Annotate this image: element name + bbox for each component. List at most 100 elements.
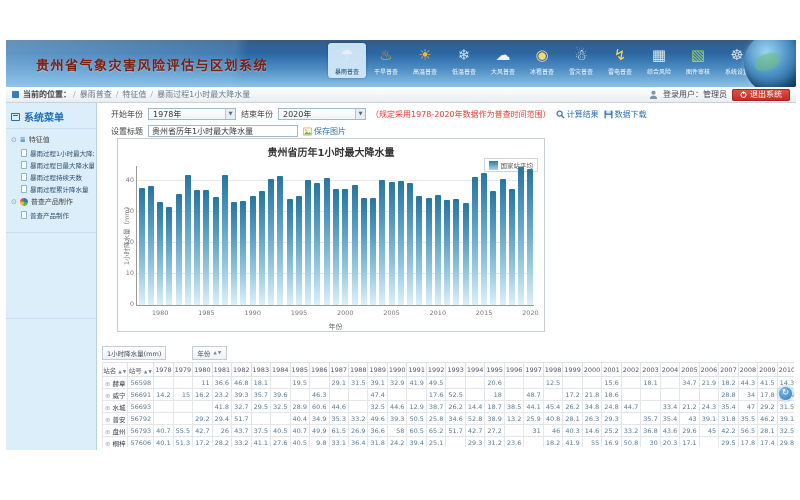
tree-node[interactable]: ⊙≣特征值	[10, 133, 94, 147]
nav-item[interactable]: ▦综合风险	[640, 43, 678, 78]
measure-selector[interactable]: 1小时降水量(mm)	[102, 346, 166, 360]
bar-1979	[148, 186, 154, 305]
breadcrumb-item[interactable]: 暴雨普查	[80, 90, 112, 99]
value-cell: 39.3	[387, 413, 406, 425]
nav-item[interactable]: ☂暴雨普查	[328, 43, 366, 78]
logout-button[interactable]: 退出系统	[732, 89, 790, 101]
value-cell: 60.5	[407, 425, 426, 437]
year-column-header: 2000	[582, 363, 601, 377]
value-cell: 26	[212, 425, 231, 437]
bar-2003	[370, 198, 376, 305]
data-table-zone: 1小时降水量(mm) 年份 ▲▼ 站名 ▲▼站号 ▲▼1978197919801…	[102, 346, 794, 447]
value-cell: 43.6	[660, 425, 679, 437]
value-cell: 42.7	[193, 425, 212, 437]
station-id-cell: 56693	[128, 401, 154, 413]
sort-arrows-icon: ▲▼	[118, 370, 127, 375]
value-cell: 39.4	[407, 437, 426, 448]
save-disk-icon	[604, 110, 613, 119]
value-cell: 18.6	[602, 389, 621, 401]
bar-2002	[361, 198, 367, 305]
value-cell	[465, 377, 484, 389]
value-cell: 21.8	[582, 389, 601, 401]
row-expander-icon[interactable]: ⊕	[105, 428, 110, 436]
value-cell: 15.6	[602, 377, 621, 389]
value-cell: 26.3	[582, 413, 601, 425]
row-expander-icon[interactable]: ⊕	[105, 392, 110, 400]
nav-item[interactable]: ↯雷电普查	[601, 43, 639, 78]
value-cell: 18.2	[719, 377, 738, 389]
value-cell: 44.3	[738, 377, 757, 389]
nav-item[interactable]: ☃雪灾普查	[562, 43, 600, 78]
value-cell	[621, 377, 640, 389]
year-sort-control[interactable]: 年份 ▲▼	[192, 346, 227, 360]
value-cell: 30	[641, 437, 660, 448]
start-year-select[interactable]: 1978年 ▼	[148, 108, 236, 120]
value-cell	[154, 413, 173, 425]
nav-item[interactable]: ♨干旱普查	[367, 43, 405, 78]
sidebar-item-暴雨过程累计降水量[interactable]: 暴雨过程累计降水量	[10, 183, 94, 195]
nav-item[interactable]: ☀高温普查	[406, 43, 444, 78]
nav-item[interactable]: ▧图件审核	[679, 43, 717, 78]
nav-item[interactable]: ◉冰雹普查	[523, 43, 561, 78]
station-id-column-header[interactable]: 站号 ▲▼	[128, 363, 154, 377]
x-tick-label: 2005	[379, 309, 405, 317]
breadcrumb-label: 当前的位置：	[23, 89, 71, 100]
bar-1986	[213, 197, 219, 305]
data-download-link[interactable]: 数据下载	[604, 109, 647, 120]
station-name-cell: ⊕威宁	[103, 389, 128, 401]
value-cell: 50.8	[621, 437, 640, 448]
year-column-header: 1998	[543, 363, 562, 377]
value-cell: 29.5	[251, 401, 270, 413]
value-cell: 51.7	[232, 413, 251, 425]
sidebar-item-暴雨过程日最大降水量[interactable]: 暴雨过程日最大降水量	[10, 159, 94, 171]
value-cell: 36.6	[368, 425, 387, 437]
refresh-float-button[interactable]: ↻	[778, 386, 793, 401]
document-icon	[21, 173, 27, 181]
breadcrumb-bar: 当前的位置： /暴雨普查/特征值/暴雨过程1小时最大降水量 登录用户：管理员 退…	[6, 87, 796, 103]
station-id-cell: 56792	[128, 413, 154, 425]
chart-x-axis-label: 年份	[137, 322, 534, 332]
bar-1999	[333, 189, 339, 305]
station-name: 盘州	[112, 428, 125, 436]
nav-item[interactable]: ❄低温普查	[445, 43, 483, 78]
value-cell: 12.9	[407, 401, 426, 413]
row-expander-icon[interactable]: ⊕	[105, 416, 110, 424]
bar-1997	[314, 183, 320, 305]
station-id-cell: 56691	[128, 389, 154, 401]
save-image-link[interactable]: 保存图片	[303, 126, 346, 137]
breadcrumb-item[interactable]: 特征值	[122, 90, 146, 99]
header-label: 站号	[129, 367, 142, 375]
value-cell: 55.5	[173, 425, 192, 437]
sidebar-title: 系统菜单	[6, 107, 96, 129]
sidebar-item-普查产品制作[interactable]: 普查产品制作	[10, 209, 94, 221]
row-expander-icon[interactable]: ⊕	[105, 380, 110, 388]
chart-title-input[interactable]	[148, 125, 298, 137]
end-year-value: 2020年	[283, 109, 311, 120]
value-cell: 18.1	[641, 377, 660, 389]
start-year-label: 开始年份	[111, 109, 143, 120]
value-cell: 46.8	[232, 377, 251, 389]
breadcrumb-item[interactable]: 暴雨过程1小时最大降水量	[157, 90, 250, 99]
row-expander-icon[interactable]: ⊕	[105, 440, 110, 448]
calc-result-link[interactable]: 计算结果	[556, 109, 599, 120]
tree-expand-icon[interactable]: ⊙	[11, 136, 17, 144]
sidebar-item-暴雨过程持续天数[interactable]: 暴雨过程持续天数	[10, 171, 94, 183]
station-column-header[interactable]: 站名 ▲▼	[103, 363, 128, 377]
sidebar-tree: ⊙≣特征值暴雨过程1小时最大降水量暴雨过程日最大降水量暴雨过程持续天数暴雨过程累…	[6, 129, 96, 227]
station-name-cell: ⊕普安	[103, 413, 128, 425]
tree-node[interactable]: ⊙普查产品制作	[10, 195, 94, 209]
nav-item[interactable]: ☁大风普查	[484, 43, 522, 78]
tree-expand-icon[interactable]: ⊙	[11, 198, 17, 206]
value-cell: 21.2	[680, 401, 699, 413]
row-expander-icon[interactable]: ⊕	[105, 404, 110, 412]
value-cell: 28.1	[563, 413, 582, 425]
snow-icon: ☃	[562, 44, 600, 66]
value-cell: 32.5	[271, 401, 290, 413]
bar-2007	[407, 183, 413, 305]
sidebar-item-暴雨过程1小时最大降水量[interactable]: 暴雨过程1小时最大降水量	[10, 147, 94, 159]
year-column-header: 1992	[426, 363, 445, 377]
bar-1978	[139, 188, 145, 305]
year-column-header: 1991	[407, 363, 426, 377]
end-year-select[interactable]: 2020年 ▼	[278, 108, 366, 120]
bar-1989	[240, 201, 246, 305]
